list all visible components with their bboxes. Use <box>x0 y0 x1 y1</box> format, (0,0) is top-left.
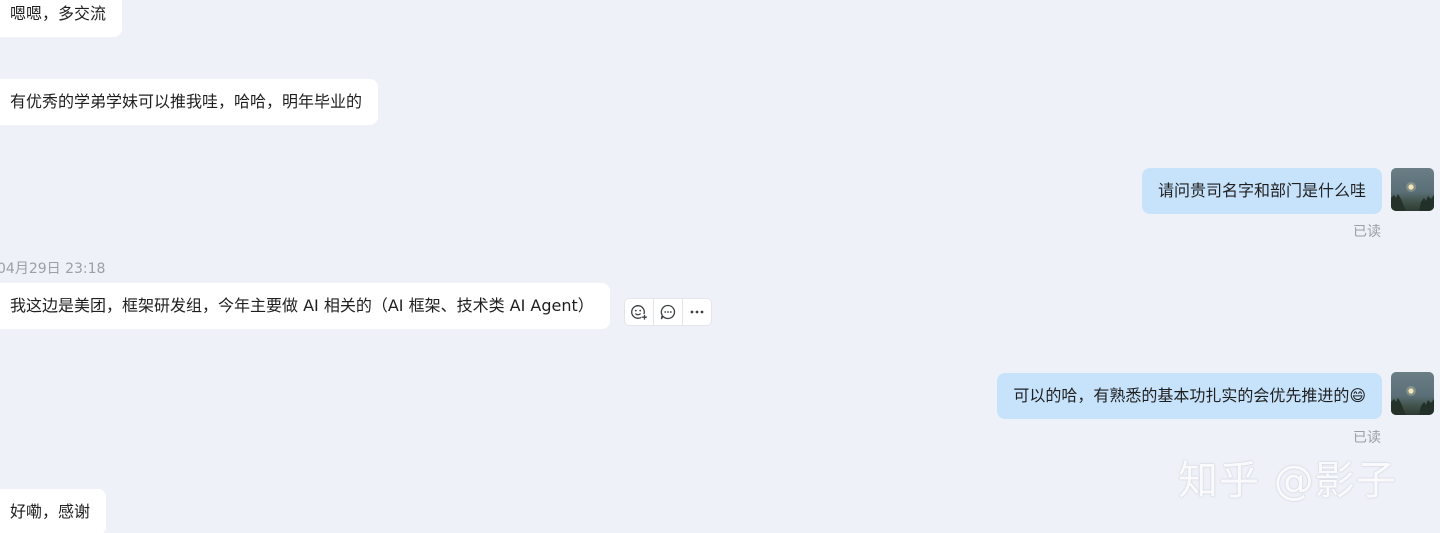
message-text: 有优秀的学弟学妹可以推我哇，哈哈，明年毕业的 <box>10 92 363 111</box>
message-text: 好嘞，感谢 <box>10 502 91 521</box>
message-timestamp: 04月29日 23:18 <box>0 261 106 277</box>
message-text: 请问贵司名字和部门是什么哇 <box>1157 181 1366 200</box>
message-text: 我这边是美团，框架研发组，今年主要做 AI 相关的（AI 框架、技术类 AI A… <box>10 296 594 315</box>
add-emoji-icon <box>631 305 648 320</box>
message-text: 嗯嗯，多交流 <box>10 4 107 23</box>
message-bubble-incoming[interactable]: 有优秀的学弟学妹可以推我哇，哈哈，明年毕业的 <box>0 79 379 125</box>
avatar-image <box>1391 182 1434 211</box>
add-reaction-button[interactable] <box>625 299 654 325</box>
message-bubble-incoming[interactable]: 好嘞，感谢 <box>0 489 107 533</box>
more-dots-icon <box>690 310 704 314</box>
read-receipt: 已读 <box>1353 430 1381 446</box>
avatar[interactable] <box>1391 168 1434 211</box>
message-bubble-incoming[interactable]: 嗯嗯，多交流 <box>0 0 123 37</box>
message-bubble-outgoing[interactable]: 请问贵司名字和部门是什么哇 <box>1141 168 1382 214</box>
message-bubble-outgoing[interactable]: 可以的哈，有熟悉的基本功扎实的会优先推进的😄 <box>997 373 1382 419</box>
message-actions-toolbar <box>624 298 712 326</box>
more-button[interactable] <box>683 299 711 325</box>
message-text: 可以的哈，有熟悉的基本功扎实的会优先推进的😄 <box>1013 386 1366 405</box>
watermark: 知乎 @影子 <box>1178 458 1397 504</box>
avatar[interactable] <box>1391 372 1434 415</box>
reply-button[interactable] <box>654 299 683 325</box>
message-bubble-incoming[interactable]: 我这边是美团，框架研发组，今年主要做 AI 相关的（AI 框架、技术类 AI A… <box>0 283 610 329</box>
avatar-image <box>1391 386 1434 415</box>
comment-bubble-icon <box>660 304 676 320</box>
read-receipt: 已读 <box>1353 224 1381 240</box>
